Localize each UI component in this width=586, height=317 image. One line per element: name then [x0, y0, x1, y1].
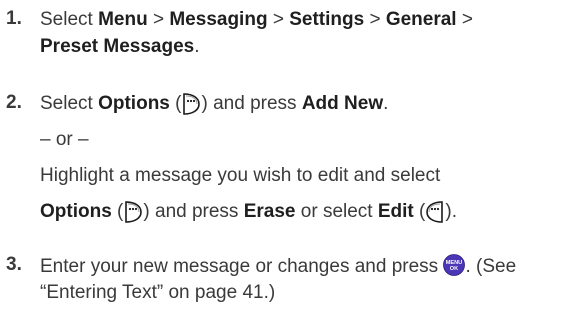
step-3-line-2: “Entering Text” on page 41.): [40, 282, 276, 303]
menu-ok-bottom-label: OK: [450, 266, 458, 272]
step-2-or: – or –: [40, 129, 89, 150]
options-label: Options: [40, 201, 112, 222]
step-number: 2.: [6, 92, 22, 113]
right-softkey-icon: [181, 92, 201, 115]
step-number: 3.: [6, 254, 22, 275]
general-label: General: [385, 9, 457, 30]
step-2-line-3: Highlight a message you wish to edit and…: [40, 165, 441, 186]
step-3-line-1: Enter your new message or changes and pr…: [40, 254, 517, 277]
step-2-line-1: Select Options () and press Add New.: [40, 92, 389, 115]
step-1-line-2: Preset Messages.: [40, 36, 200, 57]
left-softkey-icon: [425, 200, 445, 223]
erase-label: Erase: [243, 201, 296, 222]
step-number: 1.: [6, 8, 22, 29]
add-new-label: Add New: [301, 93, 384, 114]
menu-label: Menu: [98, 9, 148, 30]
step-1-line-1: Select Menu > Messaging > Settings > Gen…: [40, 9, 473, 30]
messaging-label: Messaging: [169, 9, 268, 30]
edit-label: Edit: [377, 201, 414, 222]
menu-ok-key-icon: MENU OK: [443, 254, 466, 276]
settings-label: Settings: [289, 9, 365, 30]
preset-messages-label: Preset Messages: [40, 36, 195, 57]
step-2-line-4: Options () and press Erase or select Edi…: [40, 200, 457, 223]
right-softkey-icon: [123, 200, 143, 223]
options-label: Options: [98, 93, 170, 114]
